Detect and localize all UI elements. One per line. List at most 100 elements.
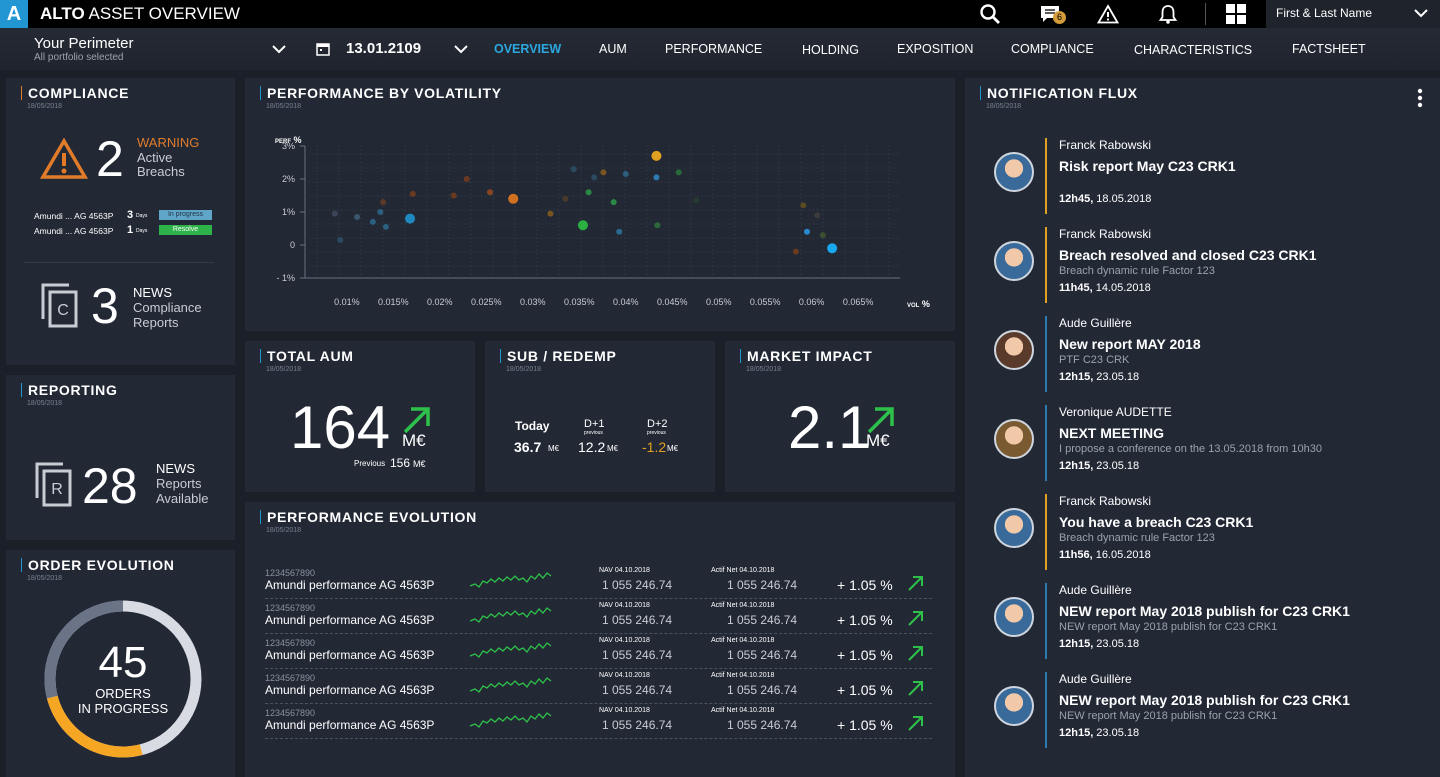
notification-item[interactable]: Franck Rabowski You have a breach C23 CRK…	[965, 494, 1440, 570]
scatter-point	[508, 193, 519, 204]
x-tick-label: 0.025%	[471, 297, 502, 307]
date-selector[interactable]: 13.01.2109	[346, 40, 421, 57]
aum-value: 164	[290, 394, 391, 461]
fund-name: Amundi performance AG 4563P	[265, 648, 435, 662]
calendar-icon[interactable]	[316, 42, 330, 61]
tab-compliance[interactable]: COMPLIANCE	[1011, 42, 1094, 56]
perf-volatility-panel: PERFORMANCE BY VOLATILITY 18/05/2018 3% 2…	[245, 78, 955, 331]
x-tick-label: 0.01%	[334, 297, 360, 307]
notification-time-hour: 12h45,	[1059, 193, 1094, 205]
tab-exposition[interactable]: EXPOSITION	[897, 42, 973, 56]
table-row[interactable]: 1234567890 Amundi performance AG 4563P NAV…	[265, 671, 932, 705]
notification-time: 12h45, 18.05.2018	[1059, 193, 1151, 205]
x-tick-label: 0.015%	[378, 297, 409, 307]
divider	[1205, 3, 1206, 25]
notification-item[interactable]: Veronique AUDETTE NEXT MEETING I propose a…	[965, 405, 1440, 481]
today-label: Today	[515, 419, 550, 433]
fund-name: Amundi performance AG 4563P	[265, 613, 435, 627]
breach-row-days: 3	[127, 209, 134, 221]
panel-title: NOTIFICATION FLUX	[980, 86, 1138, 100]
notification-time-hour: 12h15,	[1059, 460, 1094, 472]
today-unit: M€	[548, 444, 560, 453]
nav-label: NAV 04.10.2018	[599, 567, 650, 574]
warning-icon[interactable]	[1088, 0, 1128, 28]
notification-time-hour: 12h15,	[1059, 727, 1094, 739]
notification-accent	[1045, 316, 1047, 392]
change-value: + 1.05 %	[837, 717, 893, 733]
breach-row-name[interactable]: Amundi ... AG 4563P	[34, 226, 113, 236]
notification-item[interactable]: Franck Rabowski Risk report May C23 CRK1 1…	[965, 138, 1440, 214]
notification-item[interactable]: Aude Guillère NEW report May 2018 publish…	[965, 672, 1440, 748]
d1-value: 12.2	[578, 439, 606, 455]
aum-unit: M€	[402, 431, 426, 450]
avatar	[994, 686, 1034, 726]
x-tick-label: 0.02%	[427, 297, 453, 307]
compliance-news-count: 3	[91, 278, 119, 334]
panel-title: ORDER EVOLUTION	[21, 558, 175, 572]
net-asset-label: Actif Net 04.10.2018	[711, 602, 775, 609]
notification-time: 12h15, 23.05.18	[1059, 460, 1139, 472]
tab-aum[interactable]: AUM	[599, 42, 627, 56]
table-row[interactable]: 1234567890 Amundi performance AG 4563P NAV…	[265, 566, 932, 600]
table-row[interactable]: 1234567890 Amundi performance AG 4563P NAV…	[265, 706, 932, 740]
notification-item[interactable]: Aude Guillère NEW report May 2018 publish…	[965, 583, 1440, 659]
tab-factsheet[interactable]: FACTSHEET	[1292, 42, 1366, 56]
scatter-point	[354, 213, 361, 220]
tab-overview[interactable]: OVERVIEW	[494, 42, 561, 56]
date-dropdown-icon[interactable]	[453, 42, 469, 61]
icon-letter: R	[51, 481, 63, 498]
scatter-point	[382, 223, 389, 230]
app-logo[interactable]: A	[0, 0, 28, 28]
tab-characteristics[interactable]: CHARACTERISTICS	[1134, 43, 1252, 57]
notification-author: Veronique AUDETTE	[1059, 405, 1172, 419]
news-label: NEWS	[133, 285, 172, 300]
tab-holding[interactable]: HOLDING	[802, 43, 859, 57]
net-asset-label: Actif Net 04.10.2018	[711, 637, 775, 644]
x-tick-label: 0.06%	[799, 297, 825, 307]
scatter-point	[827, 243, 838, 254]
table-row[interactable]: 1234567890 Amundi performance AG 4563P NAV…	[265, 636, 932, 670]
tab-performance[interactable]: PERFORMANCE	[665, 42, 762, 56]
panel-title: COMPLIANCE	[21, 86, 129, 100]
bell-icon[interactable]	[1148, 0, 1188, 28]
scatter-point	[622, 171, 629, 178]
notification-author: Franck Rabowski	[1059, 227, 1152, 241]
orders-count: 45	[98, 638, 148, 687]
arrow-up-icon	[908, 681, 923, 696]
notification-accent	[1045, 138, 1047, 214]
news-label: NEWS	[156, 461, 195, 476]
x-tick-label: 0.045%	[657, 297, 688, 307]
notification-author: Aude Guillère	[1059, 583, 1132, 597]
status-badge: Resolve	[159, 225, 212, 235]
panel-date: 18/05/2018	[266, 527, 302, 534]
breach-row-name[interactable]: Amundi ... AG 4563P	[34, 211, 113, 221]
available-label: Available	[156, 491, 209, 506]
breachs-label: Breachs	[137, 164, 185, 179]
previous-unit: M€	[413, 459, 426, 469]
nav-label: NAV 04.10.2018	[599, 602, 650, 609]
notification-item[interactable]: Aude Guillère New report MAY 2018 PTF C23 …	[965, 316, 1440, 392]
perimeter-dropdown-icon[interactable]	[271, 42, 287, 61]
notification-item[interactable]: Franck Rabowski Breach resolved and close…	[965, 227, 1440, 303]
orders-label-1: ORDERS	[95, 686, 151, 701]
notification-title: Breach resolved and closed C23 CRK1	[1059, 247, 1317, 263]
sparkline	[470, 572, 552, 588]
warning-triangle-icon	[39, 137, 89, 185]
nav-value: 1 055 246.74	[602, 718, 673, 732]
search-icon[interactable]	[970, 0, 1010, 28]
app-title: ALTO ASSET OVERVIEW	[40, 4, 240, 24]
breach-row-days-label: Days	[136, 228, 148, 234]
notification-time-date: 23.05.18	[1093, 371, 1140, 383]
table-row[interactable]: 1234567890 Amundi performance AG 4563P NAV…	[265, 601, 932, 635]
notification-time-date: 23.05.18	[1093, 460, 1140, 472]
notification-time: 12h15, 23.05.18	[1059, 727, 1139, 739]
notification-time: 12h15, 23.05.18	[1059, 371, 1139, 383]
more-options-icon[interactable]	[1417, 88, 1423, 113]
divider	[24, 262, 214, 263]
nav-value: 1 055 246.74	[602, 613, 673, 627]
fund-id: 1234567890	[265, 673, 316, 683]
chevron-down-icon[interactable]	[1413, 6, 1429, 25]
grid-apps-icon[interactable]	[1216, 0, 1256, 28]
nav-label: NAV 04.10.2018	[599, 672, 650, 679]
sparkline	[470, 712, 552, 728]
